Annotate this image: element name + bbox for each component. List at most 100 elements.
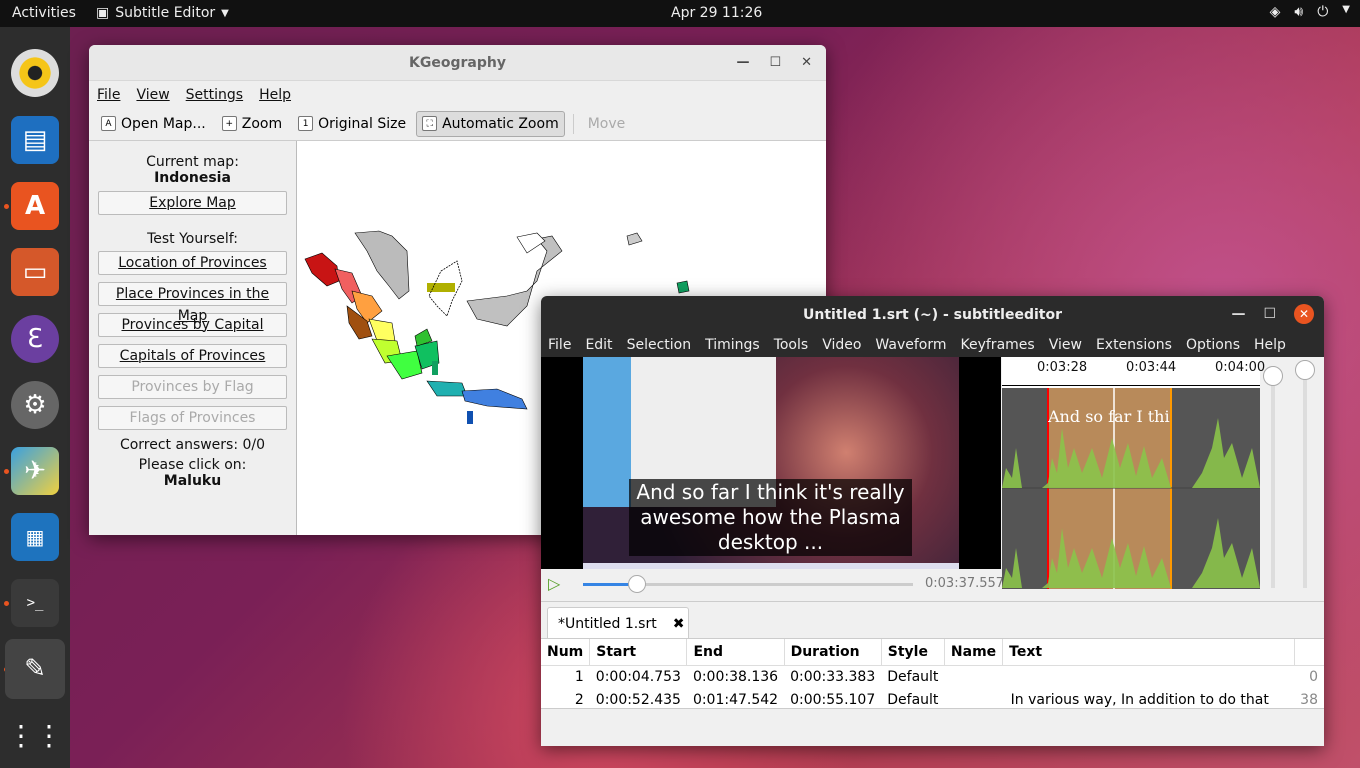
cell-count: 0 xyxy=(1309,668,1318,685)
show-applications-icon[interactable]: ⋮⋮ xyxy=(7,711,63,759)
menu-help[interactable]: Help xyxy=(251,87,299,103)
menu-view[interactable]: View xyxy=(1042,337,1089,353)
emacs-icon[interactable]: ℇ xyxy=(11,315,59,363)
capitals-of-provinces-button[interactable]: Capitals of Provinces xyxy=(98,344,287,368)
system-tray[interactable]: ◈ 🔊︎ ⏻ ▼ xyxy=(1270,4,1350,20)
close-icon[interactable]: ✕ xyxy=(1294,304,1314,324)
app-grid-blocks-icon[interactable]: ▦ xyxy=(11,513,59,561)
cell-end[interactable]: 0:00:38.136 xyxy=(687,665,784,688)
cell-start[interactable]: 0:00:04.753 xyxy=(590,665,687,688)
close-tab-icon[interactable]: ✖ xyxy=(673,616,685,632)
move-button[interactable]: Move xyxy=(582,111,632,137)
impress-icon[interactable]: ▭ xyxy=(11,248,59,296)
kgeography-icon[interactable]: ✈ xyxy=(11,447,59,495)
target-province: Maluku xyxy=(163,473,222,489)
menu-settings[interactable]: Settings xyxy=(178,87,251,103)
flags-of-provinces-button[interactable]: Flags of Provinces xyxy=(98,406,287,430)
app-menu[interactable]: ▣ Subtitle Editor ▼ xyxy=(96,5,229,21)
col-num[interactable]: Num xyxy=(541,639,591,666)
activities-button[interactable]: Activities xyxy=(12,5,76,21)
play-icon[interactable]: ▷ xyxy=(548,574,560,593)
subtitle-editor-icon: ▣ xyxy=(96,5,110,21)
subtitle-table-container: Num Start End Duration Style Name Text 1… xyxy=(541,638,1324,708)
minimize-icon[interactable]: — xyxy=(1231,306,1245,322)
automatic-zoom-button[interactable]: ⛶ Automatic Zoom xyxy=(416,110,565,137)
open-map-label: Open Map... xyxy=(121,115,206,132)
location-of-provinces-button[interactable]: Location of Provinces xyxy=(98,251,287,275)
col-count xyxy=(1294,639,1324,666)
kgeography-toolbar: A Open Map... + Zoom 1 Original Size ⛶ Autom… xyxy=(89,107,826,141)
close-icon[interactable]: ✕ xyxy=(801,55,812,70)
col-style[interactable]: Style xyxy=(881,639,945,666)
menu-waveform[interactable]: Waveform xyxy=(868,337,953,353)
menu-help[interactable]: Help xyxy=(1247,337,1293,353)
slider-handle[interactable] xyxy=(1295,360,1315,380)
original-size-button[interactable]: 1 Original Size xyxy=(292,111,412,137)
seek-handle[interactable] xyxy=(628,575,646,593)
waveform-zoom-slider[interactable] xyxy=(1263,366,1283,588)
video-player[interactable]: And so far I think it's really awesome h… xyxy=(541,357,1001,569)
provinces-by-capital-button[interactable]: Provinces by Capital xyxy=(98,313,287,337)
menu-view[interactable]: View xyxy=(128,87,177,103)
cell-style[interactable]: Default xyxy=(881,665,944,688)
video-subtitle-overlay: And so far I think it's really awesome h… xyxy=(629,479,912,556)
waveform-subtitle-text: And so far I thi xyxy=(1048,407,1170,426)
window-title: Untitled 1.srt (~) - subtitleeditor xyxy=(803,306,1062,323)
menu-tools[interactable]: Tools xyxy=(767,337,816,353)
waveform-scale-slider[interactable] xyxy=(1295,360,1315,588)
tab-untitled[interactable]: *Untitled 1.srt ✖ xyxy=(547,607,689,640)
zoom-button[interactable]: + Zoom xyxy=(216,111,288,137)
ruler-time-2: 0:03:44 xyxy=(1126,360,1177,375)
col-text[interactable]: Text xyxy=(1002,639,1295,666)
provinces-by-flag-button[interactable]: Provinces by Flag xyxy=(98,375,287,399)
settings-gear-icon[interactable]: ⚙ xyxy=(11,381,59,429)
menu-extensions[interactable]: Extensions xyxy=(1089,337,1179,353)
subtitleeditor-window: Untitled 1.srt (~) - subtitleeditor — ☐ … xyxy=(541,296,1324,746)
explore-map-button[interactable]: Explore Map xyxy=(98,191,287,215)
app-menu-label: Subtitle Editor xyxy=(115,5,216,21)
menu-file[interactable]: File xyxy=(541,337,578,353)
cell-text[interactable] xyxy=(1003,665,1294,688)
col-duration[interactable]: Duration xyxy=(784,639,882,666)
cell-name[interactable] xyxy=(944,665,1002,688)
menu-video[interactable]: Video xyxy=(815,337,868,353)
top-bar: Activities ▣ Subtitle Editor ▼ Apr 29 11… xyxy=(0,0,1360,27)
menu-edit[interactable]: Edit xyxy=(578,337,619,353)
subtitle-editor-dock-icon[interactable]: ✎ xyxy=(5,639,65,699)
kgeography-menubar: File View Settings Help xyxy=(89,83,826,107)
automatic-zoom-label: Automatic Zoom xyxy=(442,115,559,132)
table-row[interactable]: 1 0:00:04.753 0:00:38.136 0:00:33.383 De… xyxy=(541,665,1324,688)
slider-handle[interactable] xyxy=(1263,366,1283,386)
subtitleeditor-titlebar: Untitled 1.srt (~) - subtitleeditor — ☐ … xyxy=(541,296,1324,333)
software-center-icon[interactable]: A xyxy=(11,182,59,230)
menu-options[interactable]: Options xyxy=(1179,337,1247,353)
cell-num: 1 xyxy=(574,668,584,685)
rhythmbox-icon[interactable] xyxy=(11,49,59,97)
terminal-icon[interactable]: >_ xyxy=(11,579,59,627)
minimize-icon[interactable]: — xyxy=(736,55,749,70)
place-provinces-button[interactable]: Place Provinces in the Map xyxy=(98,282,287,324)
clock[interactable]: Apr 29 11:26 xyxy=(671,5,762,21)
menu-timings[interactable]: Timings xyxy=(698,337,767,353)
original-size-icon: 1 xyxy=(298,116,314,131)
maximize-icon[interactable]: ☐ xyxy=(1263,306,1276,322)
move-label: Move xyxy=(587,115,626,132)
kgeography-titlebar: KGeography — ☐ ✕ xyxy=(89,45,826,81)
please-click-label: Please click on: xyxy=(138,457,247,473)
chevron-down-icon: ▼ xyxy=(221,7,229,19)
ruler-time-3: 0:04:00 xyxy=(1215,360,1266,375)
cell-duration[interactable]: 0:00:33.383 xyxy=(784,665,881,688)
writer-icon[interactable]: ▤ xyxy=(11,116,59,164)
menu-file[interactable]: File xyxy=(89,87,128,103)
current-map-name: Indonesia xyxy=(154,170,231,186)
maximize-icon[interactable]: ☐ xyxy=(769,55,781,70)
menu-keyframes[interactable]: Keyframes xyxy=(954,337,1042,353)
col-start[interactable]: Start xyxy=(589,639,688,666)
col-end[interactable]: End xyxy=(686,639,785,666)
col-name[interactable]: Name xyxy=(944,639,1004,666)
open-map-button[interactable]: A Open Map... xyxy=(95,111,212,137)
toolbar-separator xyxy=(572,113,574,134)
kgeography-sidebar: Current map: Indonesia Explore Map Test … xyxy=(89,141,296,535)
waveform-panel[interactable]: 0:03:28 0:03:44 0:04:00 And so far I thi xyxy=(1002,357,1265,589)
menu-selection[interactable]: Selection xyxy=(620,337,699,353)
